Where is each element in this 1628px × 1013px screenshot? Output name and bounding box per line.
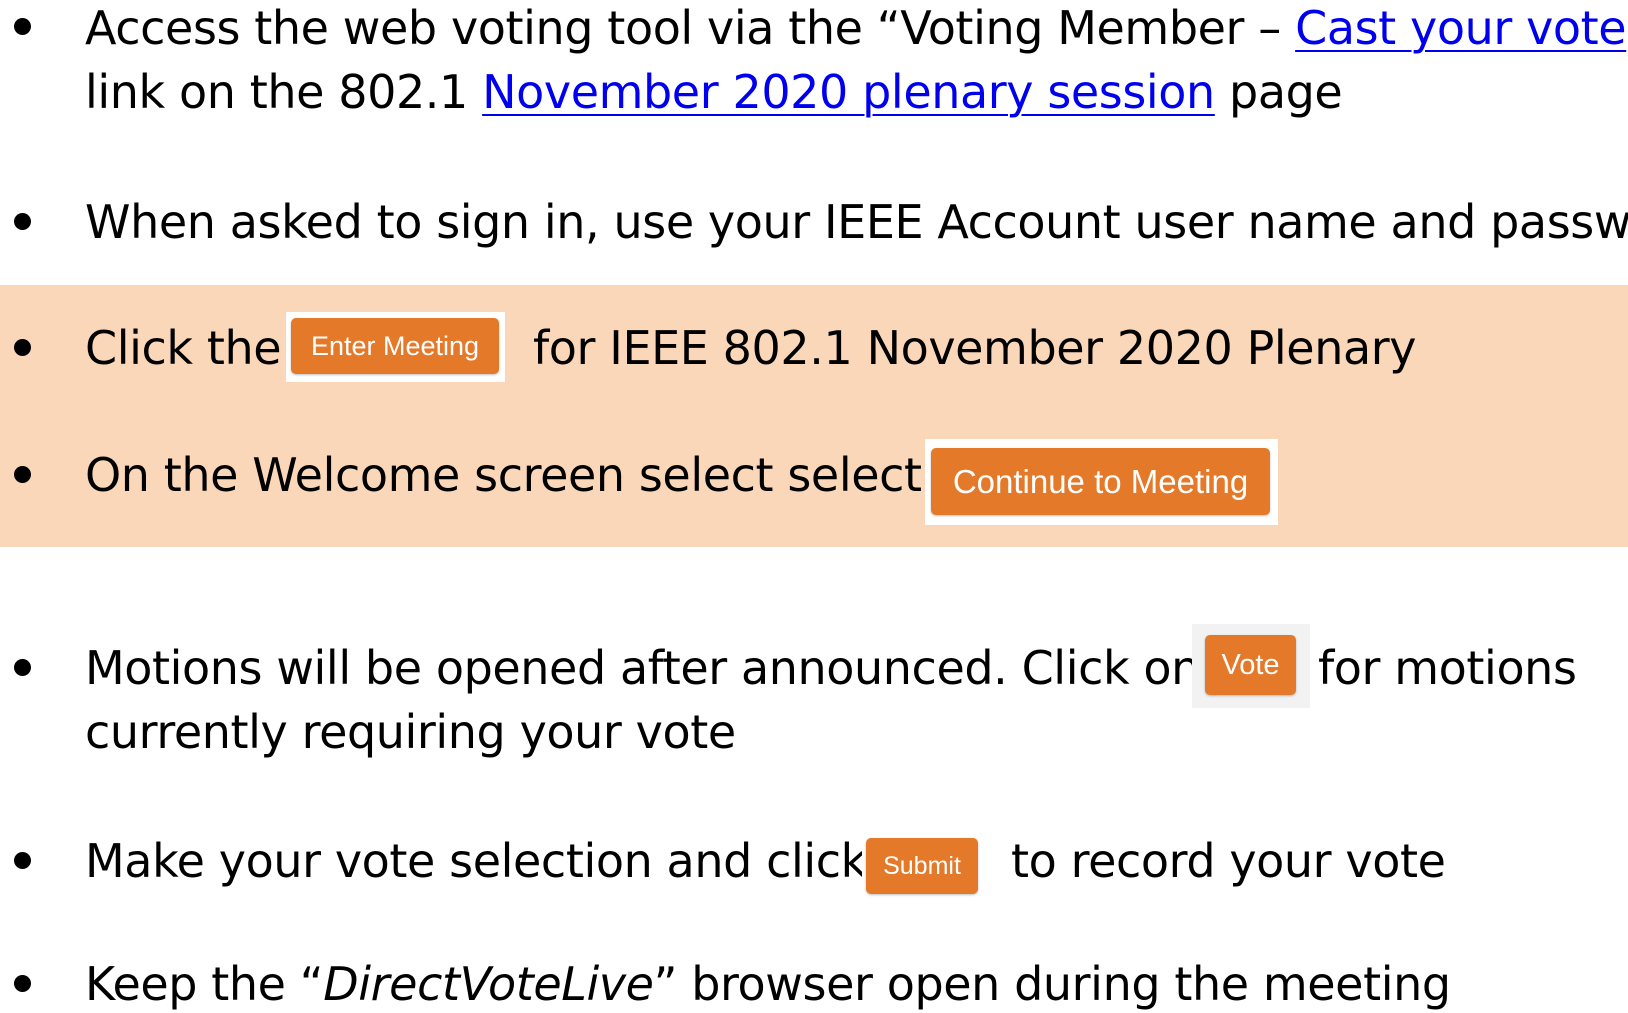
bullet-4-prefix: On the Welcome screen select select: [85, 448, 922, 502]
bullet-dot: [14, 339, 31, 356]
bullet-6-prefix: Make your vote selection and click: [85, 834, 867, 888]
continue-to-meeting-button[interactable]: Continue to Meeting: [931, 448, 1270, 515]
bullet-1-text-2: link on the 802.1: [85, 65, 483, 119]
bullet-7-line: Keep the “DirectVoteLive” browser open d…: [85, 952, 1451, 1013]
bullet-dot: [14, 975, 31, 992]
directvotelive-text: DirectVoteLive: [323, 957, 654, 1011]
vote-button[interactable]: Vote: [1205, 635, 1296, 695]
bullet-dot: [14, 213, 31, 230]
bullet-1-text: Access the web voting tool via the “Voti…: [85, 1, 1296, 55]
bullet-7-text: Keep the “: [85, 957, 324, 1011]
bullet-5-line-2: currently requiring your vote: [85, 705, 736, 759]
bullet-1-line-2: link on the 802.1 November 2020 plenary …: [85, 60, 1343, 124]
bullet-7-text-2: ” browser open during the meeting: [653, 957, 1451, 1011]
bullet-dot: [14, 852, 31, 869]
bullet-3-prefix: Click the: [85, 321, 282, 375]
november-2020-plenary-session-link[interactable]: November 2020 plenary session: [482, 65, 1215, 119]
bullet-1-line-1: Access the web voting tool via the “Voti…: [85, 0, 1628, 60]
enter-meeting-button[interactable]: Enter Meeting: [291, 318, 499, 374]
bullet-dot: [14, 18, 31, 35]
bullet-6-suffix: to record your vote: [1011, 834, 1446, 888]
submit-button[interactable]: Submit: [866, 838, 978, 894]
cast-your-vote-link[interactable]: Cast your vote: [1295, 1, 1626, 55]
bullet-5-suffix: for motions: [1318, 641, 1577, 695]
bullet-2-line: When asked to sign in, use your IEEE Acc…: [85, 195, 1628, 249]
bullet-5-prefix: Motions will be opened after announced. …: [85, 641, 1200, 695]
bullet-dot: [14, 659, 31, 676]
bullet-3-suffix: for IEEE 802.1 November 2020 Plenary: [533, 321, 1417, 375]
bullet-dot: [14, 466, 31, 483]
bullet-1-text-3: page: [1214, 65, 1343, 119]
